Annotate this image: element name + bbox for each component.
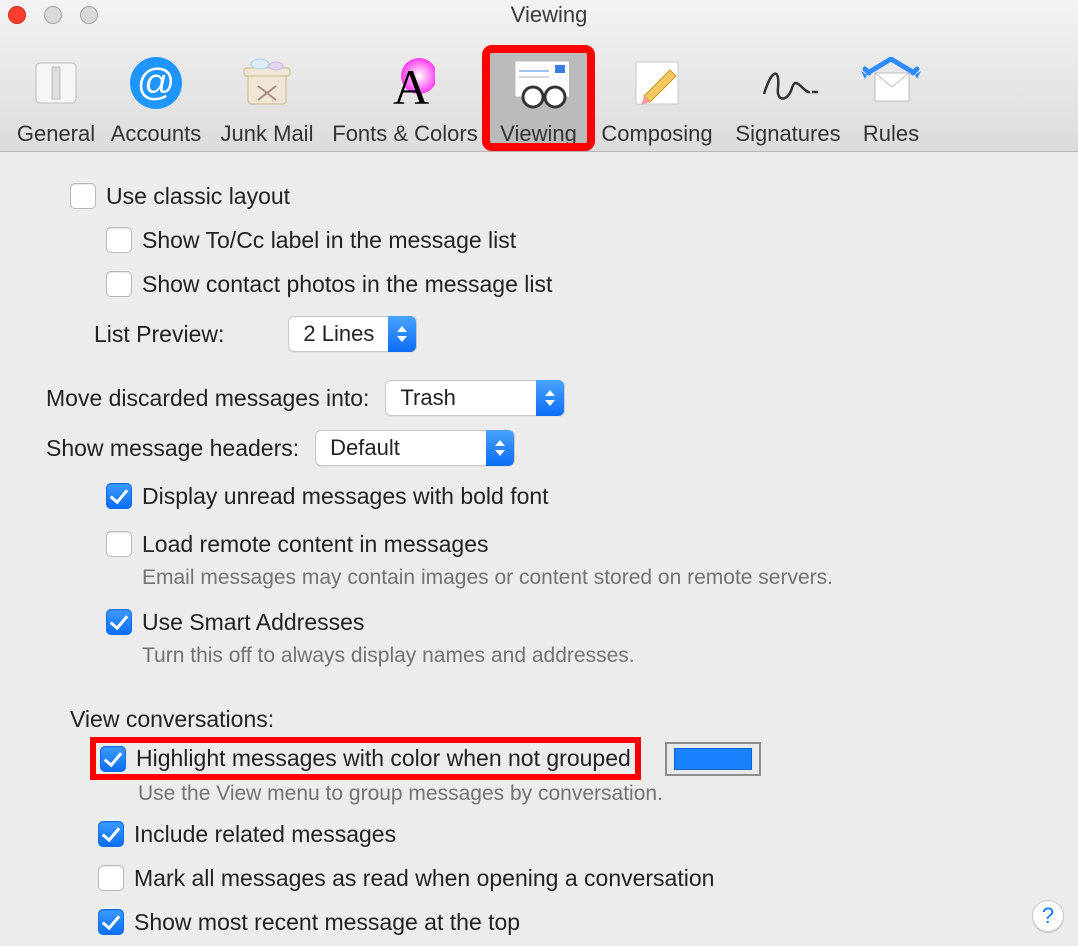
tab-general[interactable]: General bbox=[10, 49, 102, 147]
checkbox-mark-read[interactable] bbox=[98, 865, 124, 891]
label-recent-top: Show most recent message at the top bbox=[134, 909, 520, 936]
rules-icon bbox=[861, 53, 921, 113]
label-show-photos: Show contact photos in the message list bbox=[142, 271, 552, 298]
color-swatch bbox=[674, 748, 752, 770]
checkbox-show-tocc[interactable] bbox=[106, 227, 132, 253]
checkbox-load-remote[interactable] bbox=[106, 531, 132, 557]
label-mark-read: Mark all messages as read when opening a… bbox=[134, 865, 714, 892]
checkbox-highlight-color[interactable] bbox=[100, 746, 126, 772]
stepper-arrows-icon bbox=[536, 380, 564, 416]
toolbar: General @ Accounts Junk Mail A Fonts & C… bbox=[10, 49, 929, 147]
tab-viewing[interactable]: Viewing bbox=[486, 49, 591, 147]
tab-label: Fonts & Colors bbox=[332, 121, 478, 147]
tab-label: Composing bbox=[601, 121, 712, 147]
tab-label: Junk Mail bbox=[221, 121, 314, 147]
label-include-related: Include related messages bbox=[134, 821, 396, 848]
view-conversations-label: View conversations: bbox=[70, 706, 1038, 733]
select-value: Trash bbox=[386, 385, 536, 411]
select-value: 2 Lines bbox=[289, 321, 388, 347]
checkbox-recent-top[interactable] bbox=[98, 909, 124, 935]
help-button[interactable]: ? bbox=[1032, 900, 1064, 932]
checkbox-include-related[interactable] bbox=[98, 821, 124, 847]
subtext-highlight: Use the View menu to group messages by c… bbox=[138, 782, 1038, 806]
preferences-window: Viewing General @ Accounts Junk Mail bbox=[0, 0, 1078, 946]
minimize-window-button[interactable] bbox=[44, 6, 62, 24]
show-headers-label: Show message headers: bbox=[46, 435, 299, 462]
subtext-load-remote: Email messages may contain images or con… bbox=[142, 566, 1038, 590]
window-title: Viewing bbox=[20, 0, 1078, 28]
viewing-settings: Use classic layout Show To/Cc label in t… bbox=[0, 152, 1078, 942]
highlight-color-well[interactable] bbox=[665, 742, 761, 776]
label-smart-addresses: Use Smart Addresses bbox=[142, 609, 364, 636]
switch-icon bbox=[26, 53, 86, 113]
select-value: Default bbox=[316, 435, 486, 461]
tab-accounts[interactable]: @ Accounts bbox=[102, 49, 210, 147]
compose-icon bbox=[627, 53, 687, 113]
move-discarded-select[interactable]: Trash bbox=[385, 380, 565, 416]
svg-text:A: A bbox=[393, 59, 429, 110]
label-load-remote: Load remote content in messages bbox=[142, 531, 488, 558]
checkbox-display-bold[interactable] bbox=[106, 483, 132, 509]
label-show-tocc: Show To/Cc label in the message list bbox=[142, 227, 516, 254]
label-classic-layout: Use classic layout bbox=[106, 183, 290, 210]
tab-label: Signatures bbox=[735, 121, 840, 147]
checkbox-show-photos[interactable] bbox=[106, 271, 132, 297]
stepper-arrows-icon bbox=[388, 316, 416, 352]
tab-signatures[interactable]: Signatures bbox=[723, 49, 853, 147]
close-window-button[interactable] bbox=[8, 6, 26, 24]
show-headers-select[interactable]: Default bbox=[315, 430, 515, 466]
zoom-window-button[interactable] bbox=[80, 6, 98, 24]
titlebar: Viewing General @ Accounts Junk Mail bbox=[0, 0, 1078, 152]
tab-label: Rules bbox=[863, 121, 919, 147]
stepper-arrows-icon bbox=[486, 430, 514, 466]
tab-rules[interactable]: Rules bbox=[853, 49, 929, 147]
tab-label: Viewing bbox=[500, 121, 577, 147]
tab-label: General bbox=[17, 121, 95, 147]
signature-icon bbox=[758, 53, 818, 113]
move-discarded-label: Move discarded messages into: bbox=[46, 385, 369, 412]
tab-junk-mail[interactable]: Junk Mail bbox=[210, 49, 324, 147]
trash-icon bbox=[237, 53, 297, 113]
label-display-bold: Display unread messages with bold font bbox=[142, 483, 549, 510]
tab-composing[interactable]: Composing bbox=[591, 49, 723, 147]
font-color-icon: A bbox=[375, 53, 435, 113]
glasses-mail-icon bbox=[509, 53, 569, 113]
checkbox-smart-addresses[interactable] bbox=[106, 609, 132, 635]
list-preview-label: List Preview: bbox=[94, 321, 224, 348]
checkbox-classic-layout[interactable] bbox=[70, 183, 96, 209]
subtext-smart-addresses: Turn this off to always display names an… bbox=[142, 644, 1038, 668]
at-icon: @ bbox=[126, 53, 186, 113]
tab-fonts-colors[interactable]: A Fonts & Colors bbox=[324, 49, 486, 147]
list-preview-select[interactable]: 2 Lines bbox=[288, 316, 417, 352]
tab-label: Accounts bbox=[111, 121, 202, 147]
svg-text:@: @ bbox=[137, 62, 176, 104]
window-controls bbox=[8, 6, 98, 24]
label-highlight-color: Highlight messages with color when not g… bbox=[136, 745, 631, 772]
